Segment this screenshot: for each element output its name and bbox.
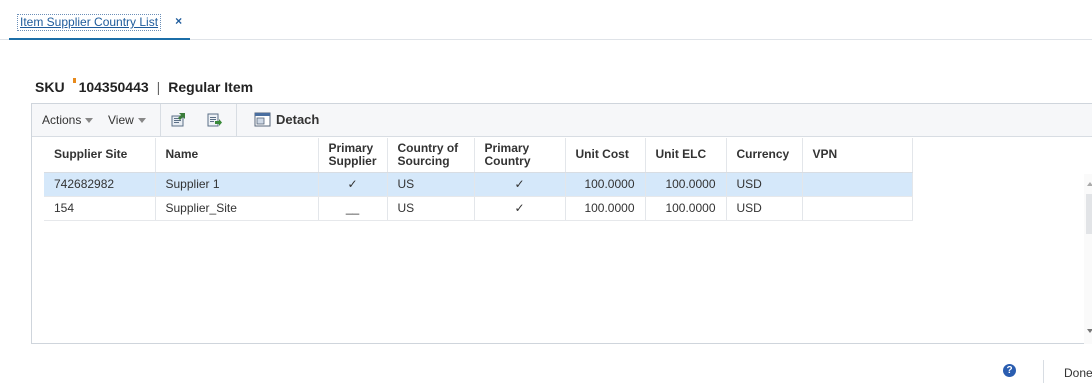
column-header-vpn[interactable]: VPN: [802, 138, 913, 173]
table-row[interactable]: 742682982 Supplier 1 ✓ US ✓ 100.0000 100…: [44, 172, 913, 197]
cell-supplier-site: 154: [44, 196, 156, 221]
toolbar-divider: [160, 104, 161, 137]
cell-vpn: [802, 196, 913, 221]
column-header-primary-country[interactable]: Primary Country: [474, 138, 566, 173]
column-header-currency[interactable]: Currency: [726, 138, 803, 173]
scroll-up-icon[interactable]: [1087, 182, 1092, 186]
column-header-primary-supplier[interactable]: Primary Supplier: [318, 138, 388, 173]
check-icon: ✓: [474, 196, 566, 221]
column-header-name[interactable]: Name: [155, 138, 319, 173]
check-icon: ✓: [318, 172, 388, 197]
cell-currency: USD: [726, 172, 803, 197]
tab-bar: Item Supplier Country List ×: [0, 0, 1092, 40]
tab-title[interactable]: Item Supplier Country List: [17, 14, 162, 31]
column-header-unit-cost[interactable]: Unit Cost: [565, 138, 646, 173]
page-title: SKU 104350443 | Regular Item: [35, 78, 254, 95]
help-icon[interactable]: ?: [1003, 364, 1016, 377]
item-type: Regular Item: [168, 79, 254, 95]
cell-primary-supplier: __: [318, 196, 388, 221]
done-button[interactable]: Done: [1064, 366, 1092, 380]
cell-unit-cost: 100.0000: [565, 196, 646, 221]
export-icon[interactable]: [206, 112, 222, 128]
cell-unit-elc: 100.0000: [645, 172, 727, 197]
footer-divider: [1043, 360, 1044, 383]
actions-menu[interactable]: Actions: [42, 113, 94, 127]
scroll-thumb[interactable]: [1086, 194, 1092, 234]
chevron-down-icon: [85, 117, 94, 123]
cell-name: Supplier_Site: [155, 196, 319, 221]
view-menu[interactable]: View: [108, 113, 146, 127]
cell-country: US: [387, 172, 475, 197]
cell-currency: USD: [726, 196, 803, 221]
tab-item-supplier-country-list[interactable]: Item Supplier Country List ×: [9, 14, 191, 40]
sku-value: 104350443: [72, 78, 149, 95]
cell-vpn: [802, 172, 913, 197]
table-toolbar: Actions View Detach: [32, 104, 1092, 137]
edit-icon[interactable]: [170, 112, 186, 128]
cell-name: Supplier 1: [155, 172, 319, 197]
actions-menu-label: Actions: [42, 113, 82, 127]
supplier-country-table: Supplier Site Name Primary Supplier Count…: [44, 138, 913, 221]
cell-unit-cost: 100.0000: [565, 172, 646, 197]
table-row[interactable]: 154 Supplier_Site __ US ✓ 100.0000 100.0…: [44, 196, 913, 221]
view-menu-label: View: [108, 113, 134, 127]
column-header-country-of-sourcing[interactable]: Country of Sourcing: [387, 138, 475, 173]
column-header-supplier-site[interactable]: Supplier Site: [44, 138, 156, 173]
column-header-unit-elc[interactable]: Unit ELC: [645, 138, 727, 173]
cell-supplier-site: 742682982: [44, 172, 156, 197]
chevron-down-icon: [137, 117, 146, 123]
cell-country: US: [387, 196, 475, 221]
scroll-down-icon[interactable]: [1087, 329, 1092, 333]
close-icon[interactable]: ×: [175, 14, 182, 29]
toolbar-divider: [236, 104, 237, 137]
table-header-row: Supplier Site Name Primary Supplier Count…: [44, 138, 913, 173]
sku-label: SKU: [35, 79, 65, 95]
required-marker-icon: [72, 78, 76, 83]
supplier-country-panel: Actions View Detach Supplier Site Name P…: [31, 103, 1092, 344]
detach-button[interactable]: Detach: [254, 112, 319, 127]
sku-number: 104350443: [78, 79, 149, 95]
check-icon: ✓: [474, 172, 566, 197]
cell-unit-elc: 100.0000: [645, 196, 727, 221]
detach-icon: [254, 112, 271, 127]
heading-separator: |: [156, 79, 161, 95]
vertical-scrollbar[interactable]: [1084, 174, 1092, 344]
detach-label: Detach: [276, 112, 320, 127]
